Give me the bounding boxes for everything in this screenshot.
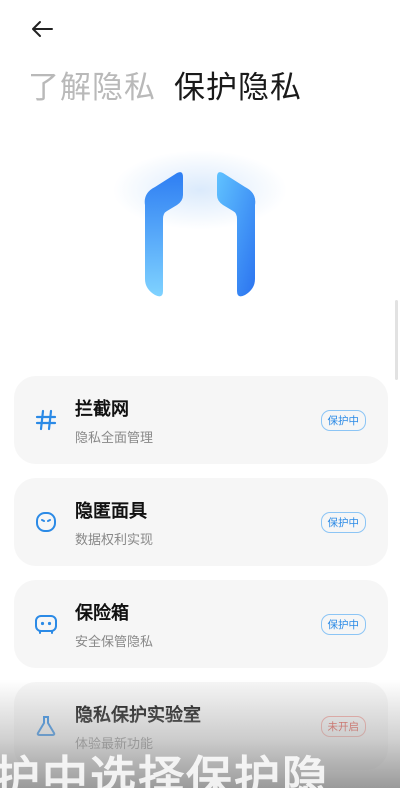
arrow-left-icon	[32, 21, 53, 37]
privacy-shield-logo-icon	[144, 172, 256, 297]
card-privacy-lab[interactable]: 隐私保护实验室 体验最新功能 未开启	[14, 682, 388, 770]
card-title: 隐匿面具	[75, 500, 147, 522]
card-hidden-mask[interactable]: 隐匿面具 数据权利实现 保护中	[14, 478, 388, 566]
status-badge: 保护中	[320, 613, 366, 635]
card-title: 拦截网	[75, 398, 129, 420]
card-subtitle: 隐私全面管理	[75, 430, 154, 446]
tab-learn-privacy[interactable]: 了解隐私	[28, 62, 156, 107]
privacy-logo	[0, 155, 400, 385]
card-safe-box[interactable]: 保险箱 安全保管隐私 保护中	[14, 580, 388, 668]
status-badge: 未开启	[320, 715, 366, 737]
back-button[interactable]	[28, 16, 56, 42]
flask-icon	[31, 711, 61, 741]
safe-box-icon	[31, 609, 61, 639]
card-title: 隐私保护实验室	[75, 704, 201, 726]
card-title: 保险箱	[75, 602, 129, 624]
card-subtitle: 数据权利实现	[75, 532, 154, 548]
status-badge: 保护中	[320, 409, 366, 431]
header-tabs: 了解隐私 保护隐私	[28, 62, 390, 107]
hash-icon	[31, 405, 61, 435]
card-subtitle: 体验最新功能	[75, 736, 154, 752]
scrollbar[interactable]	[395, 300, 398, 380]
tab-protect-privacy[interactable]: 保护隐私	[174, 62, 302, 107]
mask-icon	[31, 507, 61, 537]
status-badge: 保护中	[320, 511, 366, 533]
card-interception-net[interactable]: 拦截网 隐私全面管理 保护中	[14, 376, 388, 464]
card-subtitle: 安全保管隐私	[75, 634, 154, 650]
